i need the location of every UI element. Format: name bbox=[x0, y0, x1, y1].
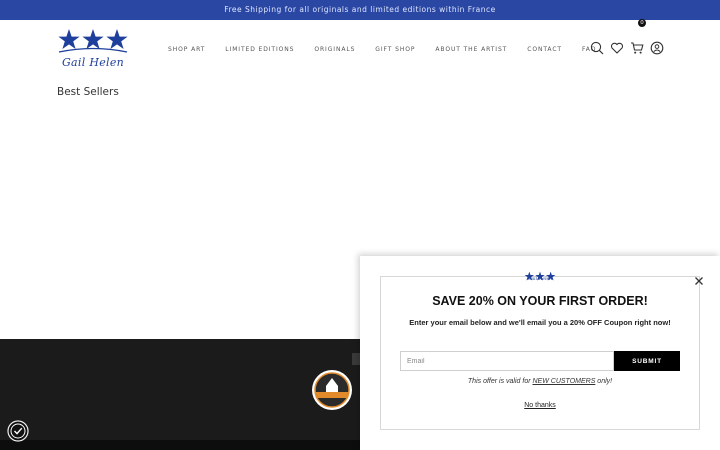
main-nav: SHOP ART LIMITED EDITIONS ORIGINALS GIFT… bbox=[168, 46, 596, 53]
popup-brand-name: Gail Helen bbox=[527, 277, 553, 282]
close-icon[interactable] bbox=[694, 271, 704, 285]
nav-item-shop-art[interactable]: SHOP ART bbox=[168, 46, 205, 53]
heart-icon[interactable] bbox=[610, 40, 624, 54]
nav-item-gift-shop[interactable]: GIFT SHOP bbox=[375, 46, 415, 53]
accessibility-icon[interactable] bbox=[7, 420, 29, 442]
cart-count-badge: 0 bbox=[638, 19, 646, 27]
trust-seal-icon[interactable] bbox=[311, 369, 353, 411]
offer-suffix: only! bbox=[595, 378, 613, 385]
cart-icon[interactable] bbox=[630, 40, 644, 54]
site-header: Gail Helen SHOP ART LIMITED EDITIONS ORI… bbox=[0, 20, 720, 82]
popup-title: SAVE 20% ON YOUR FIRST ORDER! bbox=[432, 294, 648, 308]
announcement-text: Free Shipping for all originals and limi… bbox=[224, 5, 496, 14]
email-input[interactable] bbox=[400, 351, 614, 371]
account-icon[interactable] bbox=[650, 40, 664, 55]
header-icons bbox=[590, 40, 664, 55]
offer-note: This offer is valid for NEW CUSTOMERS on… bbox=[400, 378, 680, 385]
nav-item-about-the-artist[interactable]: ABOUT THE ARTIST bbox=[435, 46, 507, 53]
popup-description: Enter your email below and we'll email y… bbox=[409, 318, 671, 327]
stars-logo-icon bbox=[58, 29, 128, 53]
brand-name: Gail Helen bbox=[61, 56, 125, 69]
submit-button[interactable]: SUBMIT bbox=[614, 351, 680, 371]
popup-brand-logo: Gail Helen bbox=[524, 267, 556, 287]
offer-prefix: This offer is valid for bbox=[467, 378, 533, 385]
brand-logo[interactable]: Gail Helen bbox=[57, 28, 129, 74]
search-icon[interactable] bbox=[590, 40, 604, 55]
no-thanks-link[interactable]: No thanks bbox=[400, 402, 680, 409]
section-title: Best Sellers bbox=[57, 86, 119, 98]
nav-item-limited-editions[interactable]: LIMITED EDITIONS bbox=[225, 46, 294, 53]
announcement-bar: Free Shipping for all originals and limi… bbox=[0, 0, 720, 20]
nav-item-originals[interactable]: ORIGINALS bbox=[314, 46, 355, 53]
offer-highlight: NEW CUSTOMERS bbox=[532, 378, 596, 385]
nav-item-contact[interactable]: CONTACT bbox=[527, 46, 562, 53]
